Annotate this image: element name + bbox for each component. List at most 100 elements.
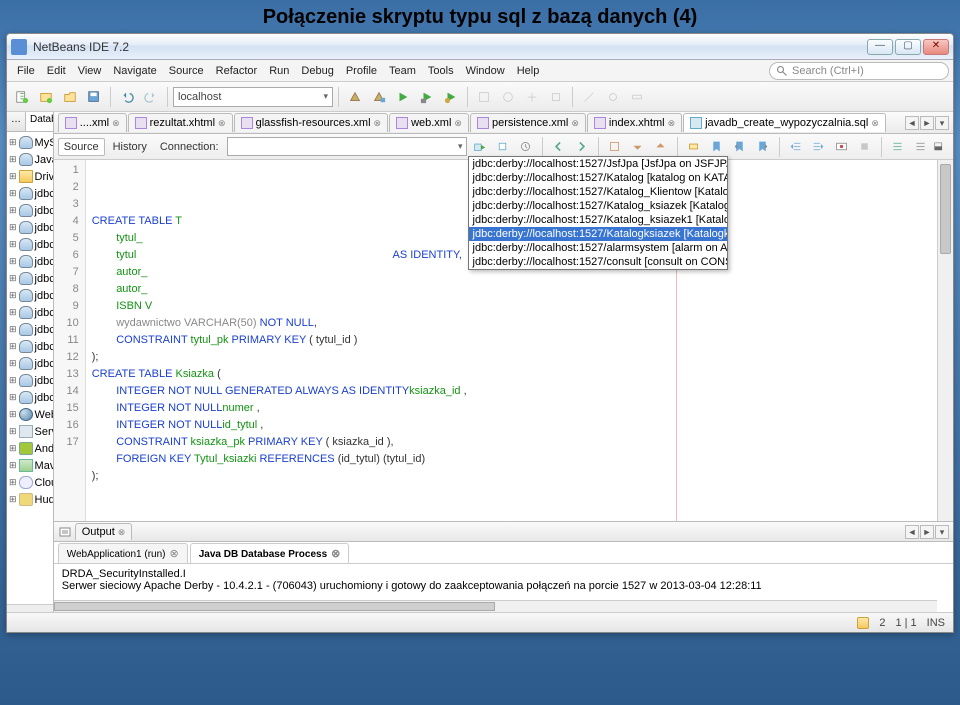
menu-tools[interactable]: Tools (422, 63, 460, 79)
menu-refactor[interactable]: Refactor (210, 63, 264, 79)
shift-left-button[interactable] (786, 137, 806, 157)
minimize-button[interactable]: — (867, 39, 893, 55)
tool3-button[interactable] (521, 86, 543, 108)
redo-button[interactable] (140, 86, 162, 108)
comment-button[interactable] (888, 137, 908, 157)
console-hscroll[interactable] (54, 600, 937, 612)
close-button[interactable]: ✕ (923, 39, 949, 55)
tree-node[interactable]: ⊞jdbc (7, 219, 53, 236)
macro-stop-button[interactable] (855, 137, 875, 157)
sidebar-tab-prev[interactable]: … (7, 112, 26, 131)
dropdown-item[interactable]: jdbc:derby://localhost:1527/Katalogksiaz… (469, 227, 727, 241)
sidebar-tab-databases[interactable]: Databas (26, 112, 54, 131)
menu-view[interactable]: View (72, 63, 108, 79)
uncomment-button[interactable] (911, 137, 931, 157)
dropdown-item[interactable]: jdbc:derby://localhost:1527/consult [con… (469, 255, 727, 269)
dropdown-item[interactable]: jdbc:derby://localhost:1527/Katalog_ksia… (469, 199, 727, 213)
tab-nav-0[interactable]: ◄ (905, 116, 919, 130)
build-button[interactable] (344, 86, 366, 108)
bookmark-prev-button[interactable] (730, 137, 750, 157)
save-all-button[interactable] (83, 86, 105, 108)
tree-node[interactable]: ⊞jdbc (7, 355, 53, 372)
file-tab[interactable]: glassfish-resources.xml⊗ (234, 113, 388, 132)
dropdown-item[interactable]: jdbc:derby://localhost:1527/Katalog_Klie… (469, 185, 727, 199)
tree-node[interactable]: ⊞Driv (7, 168, 53, 185)
file-tab[interactable]: web.xml⊗ (389, 113, 469, 132)
source-view-button[interactable]: Source (58, 138, 105, 156)
menu-navigate[interactable]: Navigate (107, 63, 162, 79)
tree-node[interactable]: ⊞jdbc (7, 304, 53, 321)
connection-dropdown[interactable]: jdbc:derby://localhost:1527/JsfJpa [JsfJ… (468, 156, 728, 270)
tree-node[interactable]: ⊞jdbc (7, 202, 53, 219)
clean-build-button[interactable] (368, 86, 390, 108)
menu-debug[interactable]: Debug (295, 63, 339, 79)
tree-node[interactable]: ⊞Maven R (7, 457, 53, 474)
tool6-button[interactable] (602, 86, 624, 108)
run-sel-button[interactable] (493, 137, 513, 157)
output-subtab[interactable]: Java DB Database Process⊗ (190, 543, 350, 563)
tree-node[interactable]: ⊞jdbc (7, 287, 53, 304)
tool1-button[interactable] (473, 86, 495, 108)
output-subtab[interactable]: WebApplication1 (run)⊗ (58, 543, 188, 563)
debug-button[interactable] (416, 86, 438, 108)
search-input[interactable]: Search (Ctrl+I) (769, 62, 949, 80)
bookmark-button[interactable] (707, 137, 727, 157)
console[interactable]: DRDA_SecurityInstalled.ISerwer sieciowy … (54, 564, 953, 612)
dropdown-item[interactable]: jdbc:derby://localhost:1527/Katalog_ksia… (469, 213, 727, 227)
out-nav-right[interactable]: ► (920, 525, 934, 539)
dropdown-item[interactable]: jdbc:derby://localhost:1527/alarmsystem … (469, 241, 727, 255)
tree-node[interactable]: ⊞jdbc (7, 321, 53, 338)
connection-combo[interactable]: ▾ jdbc:derby://localhost:1527/JsfJpa [Js… (227, 137, 467, 156)
shift-right-button[interactable] (809, 137, 829, 157)
file-tab[interactable]: rezultat.xhtml⊗ (128, 113, 233, 132)
services-tree[interactable]: ⊞MyS⊞Java⊞Driv⊞jdbc⊞jdbc⊞jdbc⊞jdbc⊞jdbc⊞… (7, 132, 53, 604)
menu-run[interactable]: Run (263, 63, 295, 79)
open-project-button[interactable] (59, 86, 81, 108)
file-tab[interactable]: index.xhtml⊗ (587, 113, 682, 132)
find-prev-button[interactable] (628, 137, 648, 157)
tree-node[interactable]: ⊞jdbc (7, 389, 53, 406)
find-sel-button[interactable] (605, 137, 625, 157)
tool4-button[interactable] (545, 86, 567, 108)
out-nav-left[interactable]: ◄ (905, 525, 919, 539)
bookmark-next-button[interactable] (753, 137, 773, 157)
tree-node[interactable]: ⊞jdbc (7, 185, 53, 202)
tree-node[interactable]: ⊞Android (7, 440, 53, 457)
find-next-button[interactable] (651, 137, 671, 157)
menu-profile[interactable]: Profile (340, 63, 383, 79)
maximize-button[interactable]: ▢ (895, 39, 921, 55)
tree-node[interactable]: ⊞jdbc (7, 270, 53, 287)
menu-help[interactable]: Help (511, 63, 546, 79)
tab-nav-2[interactable]: ▾ (935, 116, 949, 130)
tree-node[interactable]: ⊞jdbc (7, 338, 53, 355)
out-nav-menu[interactable]: ▾ (935, 525, 949, 539)
new-file-button[interactable] (11, 86, 33, 108)
menu-window[interactable]: Window (460, 63, 511, 79)
profile-button[interactable] (440, 86, 462, 108)
editor-vscroll[interactable] (937, 160, 953, 521)
tree-node[interactable]: ⊞Web Se (7, 406, 53, 423)
tree-node[interactable]: ⊞MyS (7, 134, 53, 151)
menu-edit[interactable]: Edit (41, 63, 72, 79)
prev-button[interactable] (549, 137, 569, 157)
sidebar-hscroll[interactable] (7, 604, 53, 612)
tool7-button[interactable] (626, 86, 648, 108)
new-project-button[interactable] (35, 86, 57, 108)
tree-node[interactable]: ⊞Servers (7, 423, 53, 440)
history-view-button[interactable]: History (108, 139, 152, 155)
tab-nav-1[interactable]: ► (920, 116, 934, 130)
file-tab[interactable]: javadb_create_wypozyczalnia.sql⊗ (683, 113, 886, 132)
run-button[interactable] (392, 86, 414, 108)
undo-button[interactable] (116, 86, 138, 108)
tree-node[interactable]: ⊞jdbc (7, 236, 53, 253)
file-tab[interactable]: ....xml⊗ (58, 113, 127, 132)
run-config-combo[interactable]: localhost▾ (173, 87, 333, 107)
menu-team[interactable]: Team (383, 63, 422, 79)
tool5-button[interactable] (578, 86, 600, 108)
dropdown-item[interactable]: jdbc:derby://localhost:1527/JsfJpa [JsfJ… (469, 157, 727, 171)
sql-history-button[interactable] (516, 137, 536, 157)
tree-node[interactable]: ⊞Cloud (7, 474, 53, 491)
file-tab[interactable]: persistence.xml⊗ (470, 113, 586, 132)
menu-source[interactable]: Source (163, 63, 210, 79)
tree-node[interactable]: ⊞Java (7, 151, 53, 168)
